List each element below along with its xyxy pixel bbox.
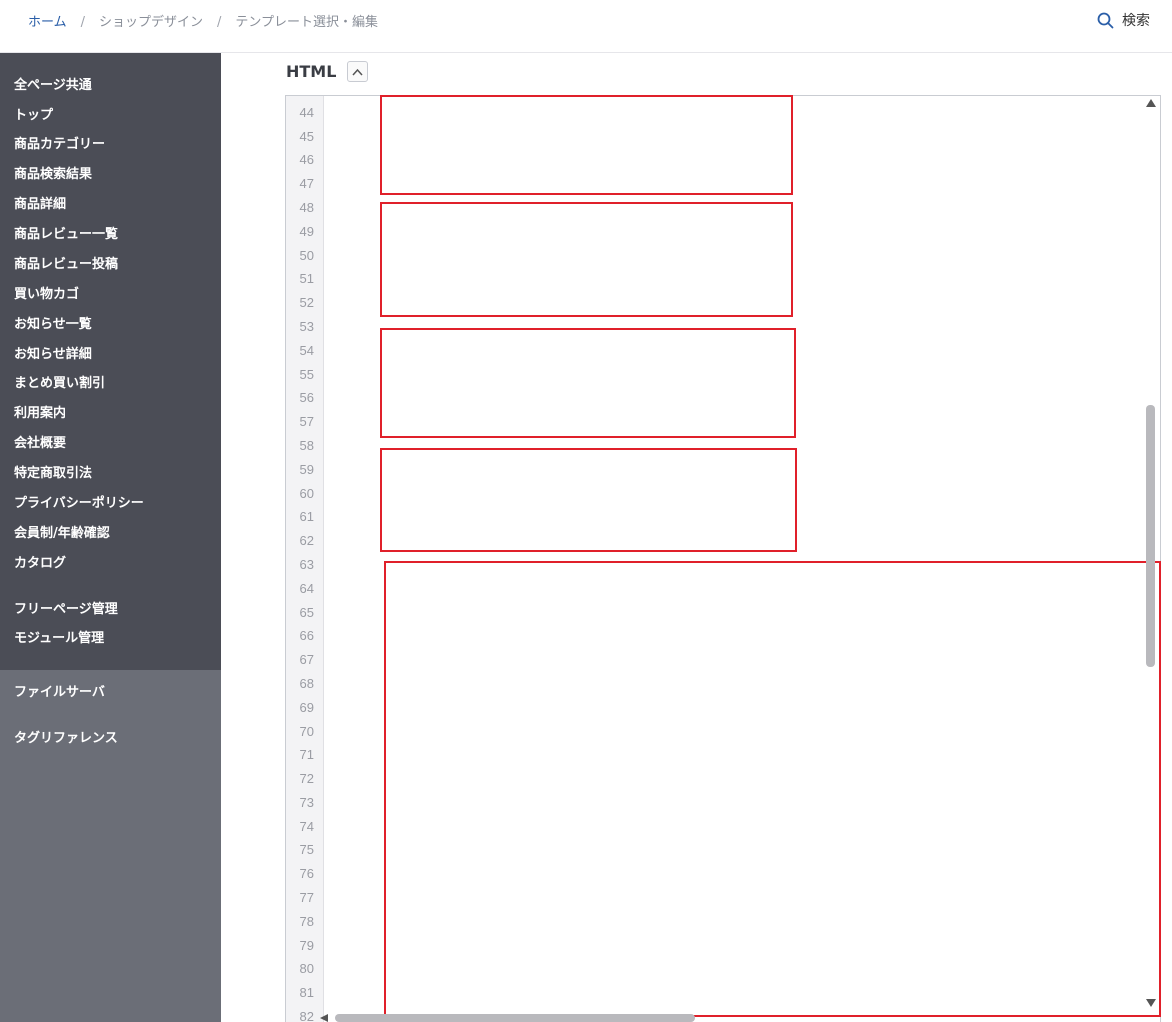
line-number: 66	[299, 628, 314, 643]
line-number: 54	[299, 343, 314, 358]
sidebar-item-search-result[interactable]: 商品検索結果	[14, 166, 92, 184]
line-number: 81	[299, 985, 314, 1000]
line-number: 70	[299, 724, 314, 739]
sidebar-item-category[interactable]: 商品カテゴリー	[14, 136, 105, 154]
highlight-box-new	[380, 95, 793, 195]
line-number: 74	[299, 819, 314, 834]
line-number: 46	[299, 152, 314, 167]
line-number: 64	[299, 581, 314, 596]
line-number: 55	[299, 367, 314, 382]
sidebar-item-bulk-discount[interactable]: まとめ買い割引	[14, 375, 105, 393]
highlight-box-ranking	[380, 448, 797, 552]
search-icon	[1097, 12, 1114, 28]
breadcrumb-separator: /	[217, 15, 222, 30]
line-number: 75	[299, 842, 314, 857]
chevron-up-icon	[352, 68, 363, 76]
line-number: 56	[299, 390, 314, 405]
sidebar: 全ページ共通 トップ 商品カテゴリー 商品検索結果 商品詳細 商品レビュー一覧 …	[0, 53, 221, 1022]
line-number: 67	[299, 652, 314, 667]
line-number: 60	[299, 486, 314, 501]
line-number: 73	[299, 795, 314, 810]
sidebar-item-module[interactable]: モジュール管理	[14, 630, 104, 648]
scroll-up-arrow-icon[interactable]	[1146, 99, 1156, 107]
line-number: 57	[299, 414, 314, 429]
sidebar-item-membership[interactable]: 会員制/年齢確認	[14, 525, 110, 543]
sidebar-item-catalog[interactable]: カタログ	[14, 555, 66, 573]
collapse-button[interactable]	[347, 61, 368, 82]
sidebar-item-file-server[interactable]: ファイルサーバ	[14, 684, 105, 702]
line-number: 58	[299, 438, 314, 453]
line-number: 76	[299, 866, 314, 881]
line-number-gutter: 44 45 46 47 48 49 50 51 52 53 54 55 56 5…	[286, 96, 324, 1022]
sidebar-item-company[interactable]: 会社概要	[14, 435, 66, 453]
highlight-box-special	[380, 328, 796, 438]
line-number: 50	[299, 248, 314, 263]
sidebar-item-commerce-law[interactable]: 特定商取引法	[14, 465, 92, 483]
sidebar-item-common[interactable]: 全ページ共通	[14, 77, 92, 95]
line-number: 59	[299, 462, 314, 477]
line-number: 68	[299, 676, 314, 691]
line-number: 47	[299, 176, 314, 191]
sidebar-item-privacy[interactable]: プライバシーポリシー	[14, 495, 144, 513]
sidebar-lower-section: ファイルサーバ タグリファレンス	[0, 670, 221, 1022]
search-label: 検索	[1122, 13, 1150, 29]
highlight-box-news	[384, 561, 1161, 1017]
line-number: 80	[299, 961, 314, 976]
section-title: HTML	[286, 62, 337, 81]
vertical-scroll-thumb[interactable]	[1146, 405, 1155, 667]
line-number: 71	[299, 747, 314, 762]
line-number: 69	[299, 700, 314, 715]
line-number: 49	[299, 224, 314, 239]
scroll-left-arrow-icon[interactable]	[320, 1014, 328, 1022]
breadcrumb-shop-design[interactable]: ショップデザイン	[99, 15, 203, 30]
line-number: 79	[299, 938, 314, 953]
line-number: 72	[299, 771, 314, 786]
search-button[interactable]: 検索	[1097, 10, 1150, 30]
line-number: 78	[299, 914, 314, 929]
breadcrumb-template: テンプレート選択・編集	[235, 15, 379, 30]
line-number: 48	[299, 200, 314, 215]
sidebar-item-free-page[interactable]: フリーページ管理	[14, 601, 118, 619]
sidebar-item-tag-reference[interactable]: タグリファレンス	[14, 730, 118, 748]
horizontal-scroll-thumb[interactable]	[335, 1014, 695, 1022]
line-number: 62	[299, 533, 314, 548]
sidebar-item-news-detail[interactable]: お知らせ詳細	[14, 346, 92, 364]
top-bar: ホーム / ショップデザイン / テンプレート選択・編集 検索	[0, 0, 1172, 53]
sidebar-item-review-post[interactable]: 商品レビュー投稿	[14, 256, 118, 274]
line-number: 45	[299, 129, 314, 144]
breadcrumb-home-link[interactable]: ホーム	[28, 15, 67, 30]
line-number: 82	[299, 1009, 314, 1022]
line-number: 53	[299, 319, 314, 334]
sidebar-item-top[interactable]: トップ	[14, 107, 53, 125]
line-number: 44	[299, 105, 314, 120]
line-number: 61	[299, 509, 314, 524]
line-number: 52	[299, 295, 314, 310]
sidebar-item-product-detail[interactable]: 商品詳細	[14, 196, 66, 214]
line-number: 51	[299, 271, 314, 286]
highlight-box-recommend	[380, 202, 793, 317]
sidebar-item-news-list[interactable]: お知らせ一覧	[14, 316, 92, 334]
line-number: 77	[299, 890, 314, 905]
line-number: 65	[299, 605, 314, 620]
sidebar-item-guide[interactable]: 利用案内	[14, 405, 66, 423]
line-number: 63	[299, 557, 314, 572]
breadcrumb: ホーム / ショップデザイン / テンプレート選択・編集	[28, 11, 378, 30]
sidebar-item-cart[interactable]: 買い物カゴ	[14, 286, 79, 304]
breadcrumb-separator: /	[80, 15, 86, 30]
sidebar-item-review-list[interactable]: 商品レビュー一覧	[14, 226, 118, 244]
scroll-down-arrow-icon[interactable]	[1146, 999, 1156, 1007]
